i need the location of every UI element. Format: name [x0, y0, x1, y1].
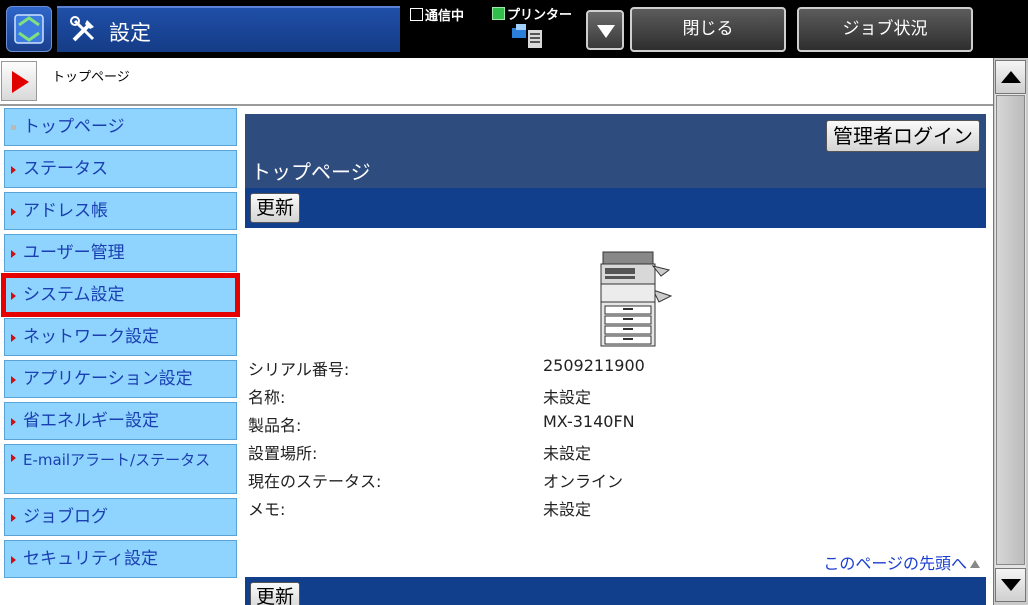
sidebar-item-system-settings[interactable]: システム設定 — [1, 273, 240, 317]
sidebar-item-label: セキュリティ設定 — [23, 549, 158, 569]
status-printer-label: プリンター — [507, 8, 573, 23]
sidebar-item-label: システム設定 — [23, 285, 125, 305]
bullet-icon — [11, 250, 16, 258]
sidebar-item-application-settings[interactable]: アプリケーション設定 — [4, 360, 237, 398]
info-label: 設置場所: — [248, 444, 318, 463]
status-printer: プリンター — [492, 4, 572, 23]
sidebar-item-label: E-mailアラート/ステータス — [23, 451, 211, 469]
info-value: オンライン — [543, 472, 624, 491]
bullet-icon — [11, 376, 16, 384]
title-box: 設定 — [57, 6, 400, 52]
app-title: 設定 — [109, 21, 151, 45]
bullet-icon — [11, 125, 16, 130]
sidebar-item-label: アプリケーション設定 — [23, 369, 193, 389]
expand-arrow-button[interactable] — [1, 61, 37, 101]
bullet-icon — [11, 514, 16, 522]
sidebar-item-energy-saving[interactable]: 省エネルギー設定 — [4, 402, 237, 440]
sidebar-item-security[interactable]: セキュリティ設定 — [4, 540, 237, 578]
content-area: トップページ ステータス アドレス帳 ユーザー管理 システム設定 ネットワーク設… — [0, 106, 993, 605]
update-button-bottom[interactable]: 更新 — [250, 582, 301, 605]
scroll-thumb[interactable] — [996, 95, 1025, 565]
info-value: 未設定 — [543, 388, 592, 407]
info-label: シリアル番号: — [248, 360, 350, 379]
job-status-button[interactable]: ジョブ状況 — [797, 7, 973, 52]
info-label: メモ: — [248, 500, 286, 519]
sidebar-item-status[interactable]: ステータス — [4, 150, 237, 188]
update-bar: 更新 — [245, 188, 986, 228]
sidebar-item-job-log[interactable]: ジョブログ — [4, 498, 237, 536]
page-top-link-label[interactable]: このページの先頭へ — [823, 554, 967, 573]
sidebar-item-label: トップページ — [23, 117, 125, 137]
page-title: トップページ — [251, 160, 371, 184]
status-area: 通信中 プリンター — [410, 0, 580, 56]
bullet-icon — [11, 334, 16, 342]
info-label: 製品名: — [248, 416, 302, 435]
scrollbar[interactable] — [993, 58, 1028, 605]
bullet-icon — [11, 556, 16, 564]
sidebar-item-label: ネットワーク設定 — [23, 327, 159, 347]
top-bar: 設定 通信中 プリンター 閉じる ジョブ状況 — [0, 0, 1028, 58]
scroll-up-button[interactable] — [995, 60, 1026, 94]
sidebar-item-address-book[interactable]: アドレス帳 — [4, 192, 237, 230]
page-top-link[interactable]: このページの先頭へ — [823, 550, 980, 574]
page-header: 管理者ログイン トップページ — [245, 114, 986, 188]
dropdown-button[interactable] — [586, 10, 624, 50]
printer-image — [600, 251, 673, 347]
sidebar-item-top[interactable]: トップページ — [4, 108, 237, 146]
bottom-update-bar: 更新 — [245, 577, 986, 605]
sidebar: トップページ ステータス アドレス帳 ユーザー管理 システム設定 ネットワーク設… — [1, 108, 240, 582]
breadcrumb: トップページ — [52, 70, 130, 85]
sidebar-item-label: ジョブログ — [23, 507, 108, 527]
sidebar-item-user-management[interactable]: ユーザー管理 — [4, 234, 237, 272]
home-button[interactable] — [6, 6, 52, 52]
bullet-icon — [11, 166, 16, 174]
update-button[interactable]: 更新 — [250, 193, 301, 223]
sidebar-item-label: ステータス — [23, 159, 108, 179]
status-comm-label: 通信中 — [425, 9, 465, 24]
bullet-icon — [11, 418, 16, 426]
scroll-down-button[interactable] — [995, 568, 1026, 602]
info-value: MX-3140FN — [543, 412, 635, 431]
info-label: 名称: — [248, 388, 286, 407]
sidebar-item-label: 省エネルギー設定 — [23, 411, 159, 431]
bullet-icon — [11, 292, 16, 300]
close-button[interactable]: 閉じる — [630, 7, 786, 52]
info-value: 未設定 — [543, 500, 592, 519]
tools-icon — [70, 16, 95, 42]
up-triangle-icon — [970, 560, 980, 568]
info-label: 現在のステータス: — [248, 472, 382, 491]
status-comm: 通信中 — [410, 5, 464, 24]
sidebar-item-label: アドレス帳 — [23, 201, 108, 221]
printer-job-icon — [512, 24, 542, 48]
sidebar-item-email-alert[interactable]: E-mailアラート/ステータス — [4, 444, 237, 494]
admin-login-button[interactable]: 管理者ログイン — [826, 120, 980, 152]
main-panel: 管理者ログイン トップページ 更新 シリアル番号: 2509211900 名称:… — [245, 114, 986, 605]
info-value: 2509211900 — [543, 356, 645, 375]
breadcrumb-bar: トップページ — [0, 58, 993, 106]
home-refresh-icon — [14, 14, 44, 44]
comm-checkbox-icon — [410, 8, 423, 21]
sidebar-item-label: ユーザー管理 — [23, 243, 125, 263]
bullet-icon — [11, 454, 16, 462]
info-value: 未設定 — [543, 444, 592, 463]
sidebar-item-network-settings[interactable]: ネットワーク設定 — [4, 318, 237, 356]
bullet-icon — [11, 208, 16, 216]
printer-status-icon — [492, 7, 505, 20]
